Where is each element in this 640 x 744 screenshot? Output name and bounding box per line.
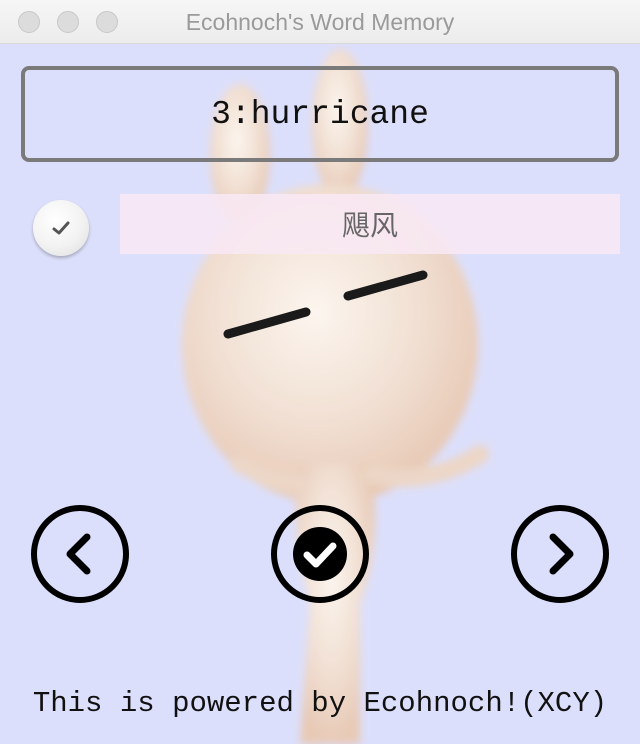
mark-known-button[interactable] (270, 504, 370, 604)
check-icon (52, 221, 70, 235)
previous-word-button[interactable] (30, 504, 130, 604)
footer-credit: This is powered by Ecohnoch!(XCY) (32, 687, 608, 720)
meaning-display: 飓风 (120, 194, 620, 254)
check-circle-icon (271, 505, 369, 603)
app-window: Ecohnoch's Word Memory 3: hurricane 飓风 T… (0, 0, 640, 744)
main-content: 3: hurricane 飓风 This is powered by Ecohn… (0, 44, 640, 744)
chevron-right-icon (511, 505, 609, 603)
remember-toggle-button[interactable] (33, 200, 89, 256)
word-display: 3: hurricane (21, 66, 619, 162)
word-text: hurricane (250, 95, 429, 133)
window-title: Ecohnoch's Word Memory (185, 9, 455, 35)
next-word-button[interactable] (510, 504, 610, 604)
title-bar: Ecohnoch's Word Memory (0, 0, 640, 44)
chevron-left-icon (31, 505, 129, 603)
word-index: 3: (211, 95, 251, 133)
